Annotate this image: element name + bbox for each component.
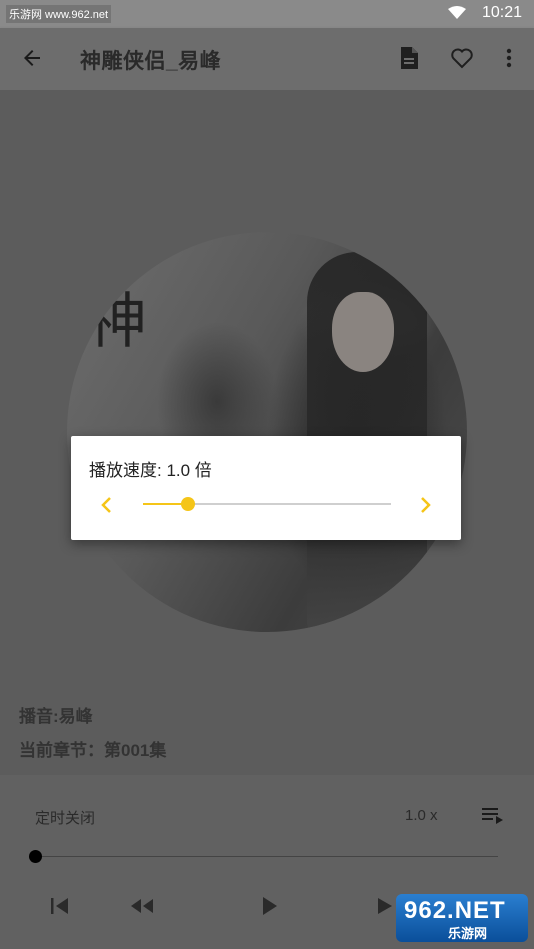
app-bar: 神雕侠侣_易峰 bbox=[0, 28, 534, 90]
document-icon[interactable] bbox=[398, 46, 420, 70]
chevron-left-icon[interactable] bbox=[99, 496, 113, 514]
dialog-title: 播放速度: 1.0 倍 bbox=[89, 461, 212, 480]
more-vert-icon[interactable] bbox=[500, 46, 518, 70]
speed-slider-track[interactable] bbox=[143, 497, 391, 511]
status-site-text: 乐游网 www.962.net bbox=[6, 5, 112, 23]
heart-outline-icon[interactable] bbox=[450, 47, 474, 69]
progress-track[interactable] bbox=[36, 856, 498, 857]
wifi-icon bbox=[448, 6, 466, 19]
playlist-icon[interactable] bbox=[481, 805, 505, 825]
fast-forward-icon[interactable] bbox=[376, 895, 396, 917]
album-cover: 神 bbox=[67, 232, 467, 632]
watermark-top-text: 962.NET bbox=[404, 897, 506, 924]
watermark-bottom-text: 乐游网 bbox=[448, 926, 488, 941]
status-time: 10:21 bbox=[481, 4, 522, 21]
skip-previous-icon[interactable] bbox=[48, 895, 72, 917]
page-title: 神雕侠侣_易峰 bbox=[80, 50, 222, 73]
chapter-label: 当前章节：第001集 bbox=[19, 741, 167, 760]
broadcaster-label: 播音:易峰 bbox=[19, 707, 93, 726]
sleep-timer-button[interactable]: 定时关闭 bbox=[35, 807, 95, 828]
speed-dialog: 播放速度: 1.0 倍 bbox=[71, 436, 461, 540]
speed-button[interactable]: 1.0 x bbox=[405, 807, 438, 824]
content-area: 神 播音:易峰 当前章节：第001集 bbox=[0, 90, 534, 775]
progress-thumb[interactable] bbox=[29, 850, 42, 863]
speed-slider-thumb[interactable] bbox=[181, 497, 195, 511]
watermark-logo: 962.NET 乐游网 bbox=[396, 894, 528, 942]
rewind-icon[interactable] bbox=[128, 895, 156, 917]
play-icon[interactable] bbox=[258, 895, 282, 917]
cover-face bbox=[332, 292, 394, 372]
status-bar: 乐游网 www.962.net 10:21 bbox=[0, 0, 534, 28]
chevron-right-icon[interactable] bbox=[419, 496, 433, 514]
back-arrow-icon[interactable] bbox=[20, 46, 44, 70]
